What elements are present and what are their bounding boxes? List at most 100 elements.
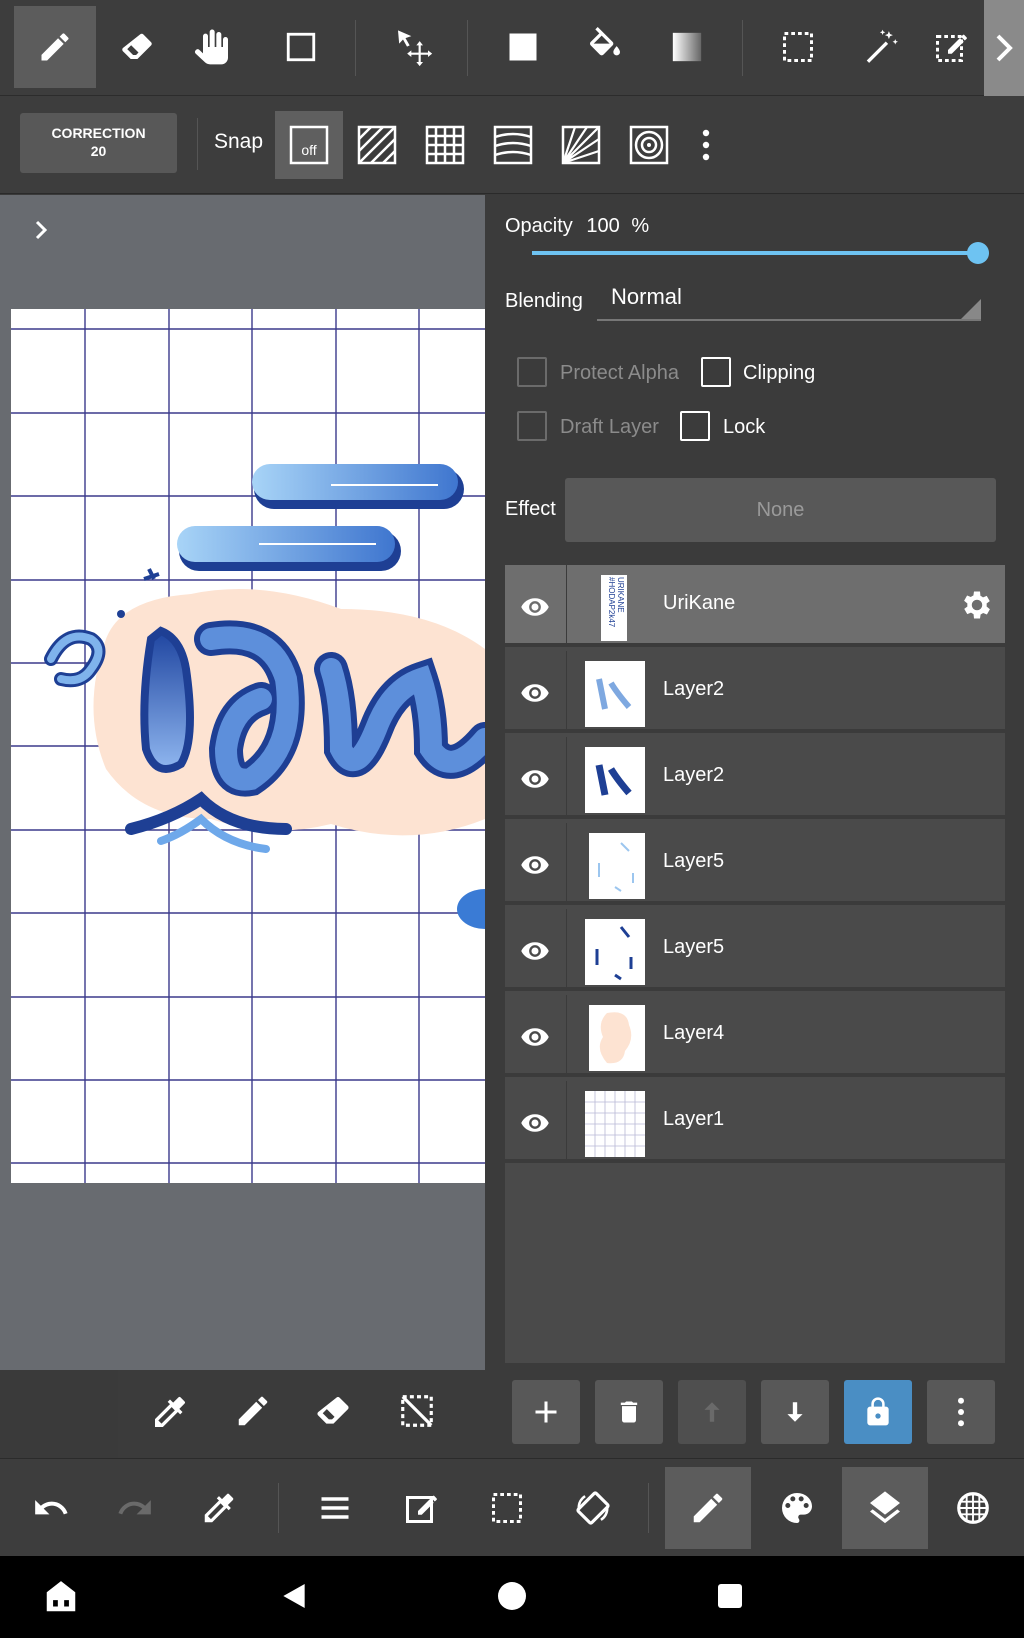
visibility-toggle[interactable] — [517, 1019, 553, 1055]
draft-layer-label: Draft Layer — [560, 416, 659, 438]
visibility-toggle[interactable] — [517, 589, 553, 625]
quick-eraser-button[interactable] — [314, 1392, 352, 1430]
correction-value: 20 — [90, 143, 107, 159]
opacity-slider-thumb[interactable] — [967, 242, 989, 264]
move-layer-up-button[interactable] — [678, 1380, 746, 1444]
quick-tool-strip — [118, 1370, 485, 1458]
protect-alpha-checkbox[interactable] — [517, 357, 547, 387]
draft-layer-checkbox[interactable] — [517, 411, 547, 441]
snap-off-button[interactable]: off — [275, 111, 343, 179]
layer-row[interactable]: Layer5 — [505, 909, 1005, 991]
back-button[interactable] — [278, 1580, 310, 1612]
snap-circle-button[interactable] — [615, 111, 683, 179]
correction-button[interactable]: CORRECTION 20 — [20, 113, 177, 173]
select-rect-tool-button[interactable] — [757, 6, 839, 88]
chevron-right-icon — [35, 220, 48, 240]
effect-button[interactable]: None — [565, 478, 996, 542]
visibility-toggle[interactable] — [517, 761, 553, 797]
layer-settings-button[interactable] — [959, 587, 995, 623]
layer-row[interactable]: URIKANE #HODAP2k47 UriKane — [505, 565, 1005, 647]
rectangle-tool-button[interactable] — [260, 6, 342, 88]
hand-tool-button[interactable] — [172, 6, 254, 88]
move-layer-down-button[interactable] — [761, 1380, 829, 1444]
layer-row[interactable]: Layer1 — [505, 1081, 1005, 1163]
clear-selection-button[interactable] — [398, 1392, 436, 1430]
quick-pen-button[interactable] — [234, 1392, 272, 1430]
hand-icon — [195, 29, 228, 65]
fill-color-tool-button[interactable] — [482, 6, 564, 88]
gradient-tool-button[interactable] — [646, 6, 728, 88]
snap-radial-button[interactable] — [547, 111, 615, 179]
pen-tool-button[interactable] — [14, 6, 96, 88]
brush-panel-button[interactable] — [665, 1467, 751, 1549]
layer-name: UriKane — [663, 592, 736, 614]
delete-layer-button[interactable] — [595, 1380, 663, 1444]
toolbar-expand-button[interactable] — [984, 0, 1024, 96]
visibility-toggle[interactable] — [517, 933, 553, 969]
layer-thumbnail — [589, 1005, 645, 1071]
material-panel-button[interactable] — [930, 1467, 1016, 1549]
selection-button[interactable] — [464, 1467, 550, 1549]
layer-more-button[interactable] — [927, 1380, 995, 1444]
lock-checkbox[interactable] — [680, 411, 710, 441]
opacity-slider[interactable] — [532, 242, 989, 264]
undo-button[interactable] — [8, 1467, 94, 1549]
gradient-icon — [672, 32, 702, 62]
grid-icon — [425, 125, 465, 165]
visibility-toggle[interactable] — [517, 675, 553, 711]
panel-expand-button[interactable] — [26, 215, 56, 245]
rotate-canvas-button[interactable] — [550, 1467, 636, 1549]
layer-row[interactable]: Layer2 — [505, 651, 1005, 733]
pencil-icon — [238, 1396, 268, 1426]
clipping-label: Clipping — [743, 362, 816, 384]
home-button[interactable] — [498, 1582, 526, 1610]
more-vertical-icon — [702, 129, 710, 161]
magic-wand-tool-button[interactable] — [840, 6, 922, 88]
move-tool-button[interactable] — [372, 6, 454, 88]
edit-square-icon — [406, 1495, 437, 1523]
back-triangle-icon — [283, 1584, 305, 1608]
snap-grid-button[interactable] — [411, 111, 479, 179]
layer-panel-button[interactable] — [842, 1467, 928, 1549]
layer-row[interactable]: Layer2 — [505, 737, 1005, 819]
lock-layer-button[interactable] — [844, 1380, 912, 1444]
snap-curve-button[interactable] — [479, 111, 547, 179]
chevron-right-icon — [996, 34, 1013, 62]
blending-label: Blending — [505, 290, 583, 312]
recents-button[interactable] — [718, 1584, 742, 1608]
add-layer-button[interactable] — [512, 1380, 580, 1444]
protect-alpha-label: Protect Alpha — [560, 362, 679, 384]
drawing-canvas[interactable] — [11, 309, 485, 1183]
layer-thumbnail — [585, 919, 645, 985]
thumbnail-text-2: #HODAP2k47 — [607, 577, 616, 628]
layer-row[interactable]: Layer5 — [505, 823, 1005, 905]
select-pen-tool-button[interactable] — [920, 6, 982, 88]
blending-dropdown[interactable]: Normal — [597, 281, 981, 321]
color-panel-button[interactable] — [754, 1467, 840, 1549]
clipping-checkbox[interactable] — [701, 357, 731, 387]
eye-icon — [521, 1028, 549, 1046]
layer-row[interactable]: Layer4 — [505, 995, 1005, 1077]
bucket-tool-button[interactable] — [564, 6, 646, 88]
eyedropper-button[interactable] — [150, 1392, 190, 1432]
layer-name: Layer2 — [663, 764, 725, 786]
canvas-area[interactable] — [0, 195, 485, 1370]
hamburger-menu-icon — [321, 1497, 349, 1519]
visibility-toggle[interactable] — [517, 1105, 553, 1141]
selection-pen-icon — [936, 34, 967, 62]
menu-button[interactable] — [292, 1467, 378, 1549]
snap-more-button[interactable] — [683, 111, 729, 179]
layer-name: Layer2 — [663, 678, 725, 700]
more-vertical-icon — [958, 1397, 964, 1427]
color-picker-button[interactable] — [176, 1467, 262, 1549]
blending-value: Normal — [611, 284, 682, 309]
layers-icon — [870, 1491, 900, 1524]
dashed-selection-icon — [783, 32, 813, 62]
snap-parallel-button[interactable] — [343, 111, 411, 179]
redo-button[interactable] — [92, 1467, 178, 1549]
accessibility-button[interactable] — [42, 1578, 80, 1616]
edit-button[interactable] — [378, 1467, 464, 1549]
visibility-toggle[interactable] — [517, 847, 553, 883]
eraser-tool-button[interactable] — [96, 6, 178, 88]
house-icon — [46, 1581, 76, 1612]
